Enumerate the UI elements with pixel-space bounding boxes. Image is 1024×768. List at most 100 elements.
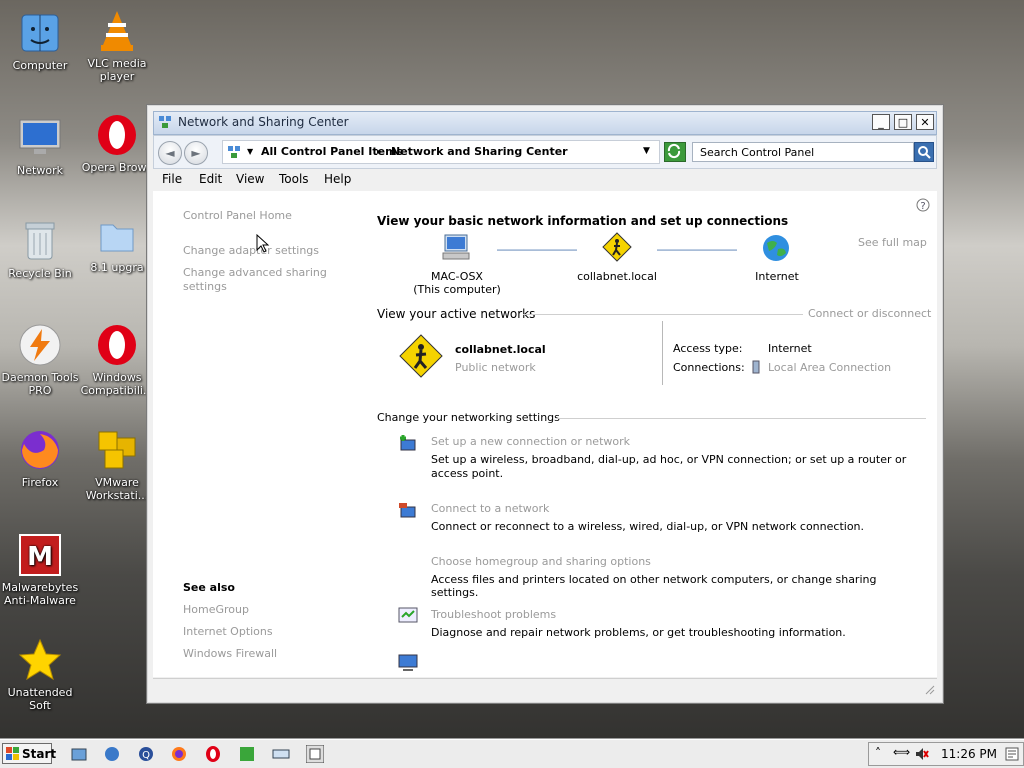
quicktime-taskbar-icon[interactable]: Q xyxy=(137,745,155,763)
task-homegroup-link[interactable]: Choose homegroup and sharing options xyxy=(431,555,651,568)
desktop-icon-opera[interactable]: Opera Brows xyxy=(77,112,157,174)
refresh-icon xyxy=(667,143,681,159)
recycle-bin-icon xyxy=(17,218,63,264)
folder-icon xyxy=(94,212,140,258)
breadcrumb-item-current[interactable]: Network and Sharing Center xyxy=(391,145,568,158)
explorer-taskbar-icon[interactable] xyxy=(70,745,88,763)
finder-icon xyxy=(17,10,63,56)
malwarebytes-icon: M xyxy=(17,532,63,578)
ethernet-icon xyxy=(752,360,760,374)
opera-taskbar-icon[interactable] xyxy=(204,745,222,763)
computer-icon xyxy=(442,234,470,260)
task-troubleshoot-link[interactable]: Troubleshoot problems xyxy=(431,608,556,621)
tray-expand-icon[interactable]: ˄ xyxy=(875,746,881,760)
sidebar-windows-firewall[interactable]: Windows Firewall xyxy=(183,647,277,660)
sidebar-homegroup[interactable]: HomeGroup xyxy=(183,603,249,616)
volume-muted-icon[interactable] xyxy=(915,747,929,761)
search-button[interactable] xyxy=(914,142,934,162)
menu-tools[interactable]: Tools xyxy=(279,172,309,186)
sidebar-internet-options[interactable]: Internet Options xyxy=(183,625,273,638)
resize-grip-icon[interactable] xyxy=(923,683,935,695)
node-computer-label: MAC-OSX (This computer) xyxy=(413,270,501,296)
forward-button[interactable]: ► xyxy=(184,141,208,165)
desktop-icon-unattended[interactable]: Unattended Soft xyxy=(0,637,80,712)
menu-view[interactable]: View xyxy=(236,172,264,186)
star-icon xyxy=(17,637,63,683)
start-icon xyxy=(6,747,19,760)
help-icon[interactable]: ? xyxy=(915,197,931,213)
forward-arrow-icon: ► xyxy=(191,146,201,160)
desktop-icon-upgrade-folder[interactable]: 8.1 upgra xyxy=(87,212,147,274)
desktop-icon-computer[interactable]: Computer xyxy=(0,10,80,72)
access-type-label: Access type: xyxy=(673,342,743,355)
menu-file[interactable]: File xyxy=(162,172,182,186)
desktop-icon-malwarebytes[interactable]: M Malwarebytes Anti-Malware xyxy=(0,532,80,607)
sidebar-change-advanced-sharing[interactable]: Change advanced sharing settings xyxy=(183,266,333,294)
daemon-tools-icon xyxy=(17,322,63,368)
refresh-button[interactable] xyxy=(664,142,686,162)
breadcrumb-root-chevron-icon[interactable]: ▼ xyxy=(247,147,253,156)
desktop-icon-vmware[interactable]: VMware Workstati... xyxy=(77,427,157,502)
opera-icon xyxy=(94,322,140,368)
network-taskbar-icon[interactable] xyxy=(238,745,256,763)
breadcrumb-separator-icon[interactable]: ► xyxy=(377,147,383,156)
network-type-link[interactable]: Public network xyxy=(455,361,536,374)
menu-edit[interactable]: Edit xyxy=(199,172,222,186)
desktop-icon-windows-compat[interactable]: Windows Compatibili... xyxy=(77,322,157,397)
back-button[interactable]: ◄ xyxy=(158,141,182,165)
node-network-label: collabnet.local xyxy=(577,270,657,283)
address-bar: ◄ ► ▼ All Control Panel Items ► Network … xyxy=(153,135,937,169)
minimize-button[interactable]: _ xyxy=(872,114,890,130)
notification-icon[interactable] xyxy=(1005,747,1019,761)
desktop-icon-vlc[interactable]: VLC media player xyxy=(77,8,157,83)
breadcrumb-dropdown-icon[interactable]: ▼ xyxy=(643,146,650,156)
sidebar-control-panel-home[interactable]: Control Panel Home xyxy=(183,209,292,222)
menu-help[interactable]: Help xyxy=(324,172,351,186)
monitor-icon xyxy=(17,115,63,161)
firefox-icon xyxy=(17,427,63,473)
globe-icon xyxy=(763,235,789,261)
sidebar-change-adapter[interactable]: Change adapter settings xyxy=(183,244,319,257)
see-full-map-link[interactable]: See full map xyxy=(858,236,927,249)
troubleshoot-icon xyxy=(398,607,418,623)
map-connector-1 xyxy=(497,249,577,251)
content-area: ? Control Panel Home Change adapter sett… xyxy=(153,191,937,677)
active-network-name: collabnet.local xyxy=(455,343,546,356)
tray-network-icon[interactable]: ⟺ xyxy=(893,745,910,759)
desktop-icon-daemon-tools[interactable]: Daemon Tools PRO xyxy=(0,322,80,397)
network-sign-icon xyxy=(602,232,632,262)
desktop-icon-network[interactable]: Network xyxy=(0,115,80,177)
divider xyxy=(556,418,926,419)
desktop-icon-recycle-bin[interactable]: Recycle Bin xyxy=(0,218,80,280)
clock[interactable]: 11:26 PM xyxy=(941,747,997,761)
task-new-connection-link[interactable]: Set up a new connection or network xyxy=(431,435,630,448)
search-input[interactable]: Search Control Panel xyxy=(692,142,914,162)
node-internet-label: Internet xyxy=(755,270,799,283)
start-button[interactable]: Start xyxy=(2,743,56,764)
taskbar: Start Q ˄ ⟺ 11:26 PM xyxy=(0,739,1024,768)
keyboard-taskbar-icon[interactable] xyxy=(272,745,290,763)
menu-bar: File Edit View Tools Help xyxy=(153,169,937,189)
local-area-connection-link[interactable]: Local Area Connection xyxy=(768,361,891,374)
system-tray: ˄ ⟺ 11:26 PM xyxy=(868,742,1024,766)
firefox-taskbar-icon[interactable] xyxy=(170,745,188,763)
task-connect-network-link[interactable]: Connect to a network xyxy=(431,502,549,515)
vmware-icon xyxy=(94,427,140,473)
public-network-icon xyxy=(399,334,443,378)
close-icon: ✕ xyxy=(920,115,930,129)
page-heading: View your basic network information and … xyxy=(377,214,789,228)
close-button[interactable]: ✕ xyxy=(916,114,934,130)
maximize-button[interactable]: □ xyxy=(894,114,912,130)
vlc-icon xyxy=(94,8,140,54)
connect-network-icon xyxy=(399,503,416,518)
mouse-cursor-icon xyxy=(256,234,270,253)
connect-disconnect-link[interactable]: Connect or disconnect xyxy=(808,307,931,320)
title-bar[interactable]: Network and Sharing Center _ □ ✕ xyxy=(153,111,937,135)
task-new-connection-desc: Set up a wireless, broadband, dial-up, a… xyxy=(431,453,907,480)
desktop-icon-firefox[interactable]: Firefox xyxy=(0,427,80,489)
active-window-taskbar-icon[interactable] xyxy=(306,745,324,763)
control-panel-icon xyxy=(228,146,240,158)
breadcrumb[interactable]: ▼ All Control Panel Items ► Network and … xyxy=(222,140,660,164)
browser-taskbar-icon[interactable] xyxy=(103,745,121,763)
vertical-divider xyxy=(662,321,663,385)
